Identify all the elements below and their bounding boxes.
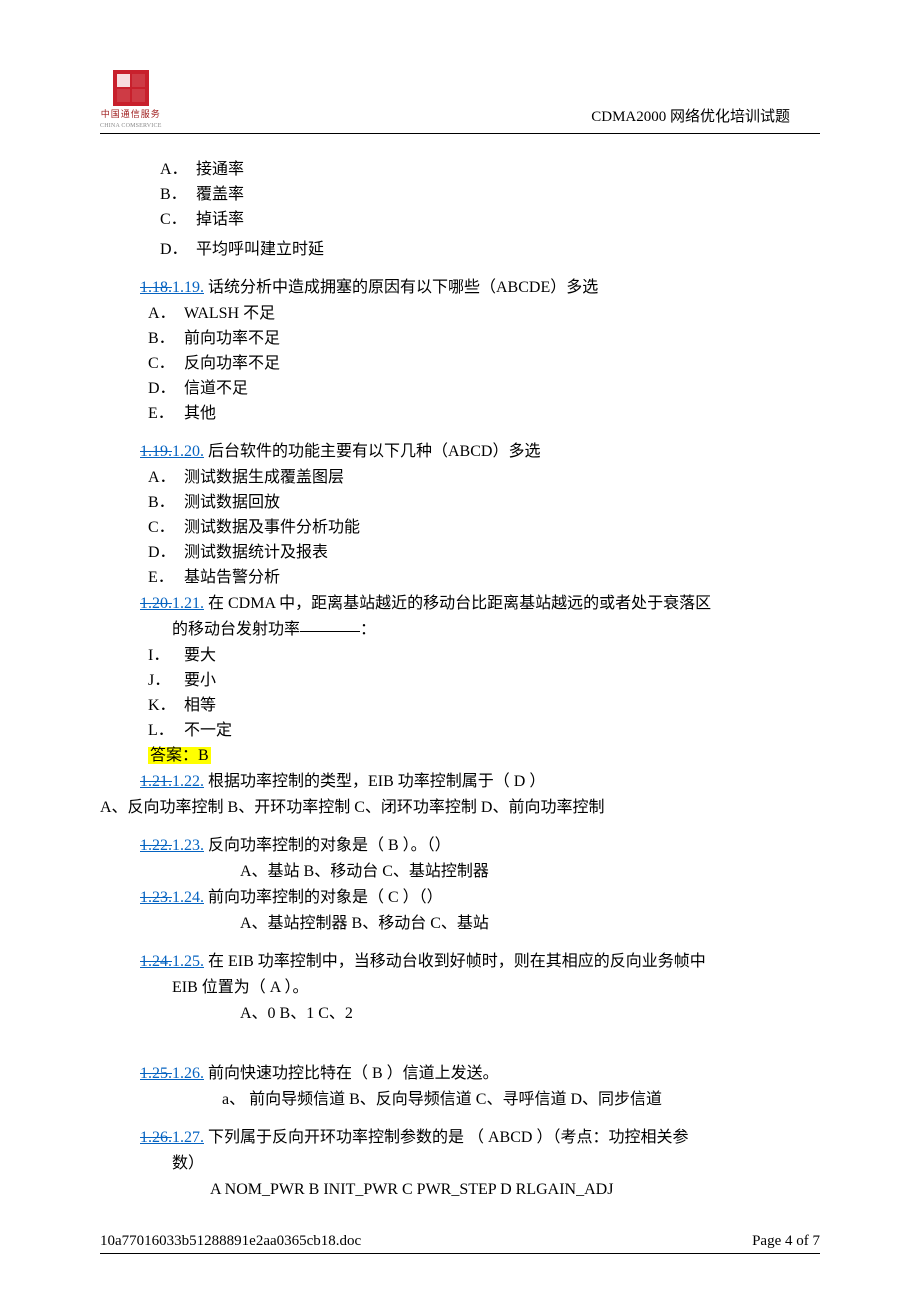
num-new: 1.20. <box>172 443 204 460</box>
question-1-23: 1.22.1.23. 反向功率控制的对象是（ B ）。（） <box>110 834 820 858</box>
option-a: A．WALSH 不足 <box>110 302 820 326</box>
num-old: 1.18. <box>140 279 172 296</box>
footer-page-number: Page 4 of 7 <box>752 1230 820 1253</box>
logo-text-cn: 中国通信服务 <box>101 108 161 122</box>
option-i: I．要大 <box>110 644 820 668</box>
option-e: E．其他 <box>110 402 820 426</box>
num-old: 1.19. <box>140 443 172 460</box>
option-b: B．测试数据回放 <box>110 491 820 515</box>
num-old: 1.20. <box>140 595 172 612</box>
logo: 中国通信服务 CHINA COMSERVICE <box>100 70 162 131</box>
option-d: D．测试数据统计及报表 <box>110 541 820 565</box>
num-new: 1.19. <box>172 279 204 296</box>
logo-text-en: CHINA COMSERVICE <box>100 122 162 131</box>
blank-underline <box>300 631 360 632</box>
document-body: A．接通率 B．覆盖率 C．掉话率 D．平均呼叫建立时延 1.18.1.19. … <box>100 158 820 1202</box>
option-b: B．前向功率不足 <box>110 327 820 351</box>
question-1-22-opts: A、反向功率控制 B、开环功率控制 C、闭环功率控制 D、前向功率控制 <box>100 796 820 820</box>
answer-highlight: 答案：B <box>110 744 820 768</box>
num-new: 1.25. <box>172 953 204 970</box>
option-c: C．测试数据及事件分析功能 <box>110 516 820 540</box>
question-1-27-opts: A NOM_PWR B INIT_PWR C PWR_STEP D RLGAIN… <box>110 1178 820 1202</box>
question-1-23-opts: A、基站 B、移动台 C、基站控制器 <box>110 860 820 884</box>
num-new: 1.24. <box>172 889 204 906</box>
question-1-24-opts: A、基站控制器 B、移动台 C、基站 <box>110 912 820 936</box>
question-1-25-opts: A、0 B、1 C、2 <box>110 1002 820 1026</box>
option-j: J．要小 <box>110 669 820 693</box>
num-old: 1.25. <box>140 1065 172 1082</box>
option-l: L．不一定 <box>110 719 820 743</box>
page-header: 中国通信服务 CHINA COMSERVICE CDMA2000 网络优化培训试… <box>100 70 820 134</box>
header-title: CDMA2000 网络优化培训试题 <box>591 106 820 131</box>
num-old: 1.24. <box>140 953 172 970</box>
option-k: K．相等 <box>110 694 820 718</box>
num-new: 1.22. <box>172 773 204 790</box>
option-c: C．反向功率不足 <box>110 352 820 376</box>
question-1-24: 1.23.1.24. 前向功率控制的对象是（ C ）（） <box>110 886 820 910</box>
logo-icon <box>113 70 149 106</box>
question-1-21: 1.20.1.21. 在 CDMA 中，距离基站越近的移动台比距离基站越远的或者… <box>110 592 820 616</box>
num-old: 1.26. <box>140 1129 172 1146</box>
question-1-25: 1.24.1.25. 在 EIB 功率控制中，当移动台收到好帧时，则在其相应的反… <box>110 950 820 974</box>
option-a: A．测试数据生成覆盖图层 <box>110 466 820 490</box>
question-1-19: 1.18.1.19. 话统分析中造成拥塞的原因有以下哪些（ABCDE）多选 <box>110 276 820 300</box>
option-e: E．基站告警分析 <box>110 566 820 590</box>
question-1-27-cont: 数） <box>110 1152 820 1176</box>
option-b: B．覆盖率 <box>110 183 820 207</box>
num-old: 1.23. <box>140 889 172 906</box>
question-1-21-cont: 的移动台发射功率： <box>110 618 820 642</box>
option-d: D．信道不足 <box>110 377 820 401</box>
option-a: A．接通率 <box>110 158 820 182</box>
question-1-25-cont: EIB 位置为（ A ）。 <box>110 976 820 1000</box>
num-new: 1.27. <box>172 1129 204 1146</box>
num-new: 1.21. <box>172 595 204 612</box>
page-footer: 10a77016033b51288891e2aa0365cb18.doc Pag… <box>100 1230 820 1255</box>
num-old: 1.22. <box>140 837 172 854</box>
option-d: D．平均呼叫建立时延 <box>110 238 820 262</box>
footer-filename: 10a77016033b51288891e2aa0365cb18.doc <box>100 1230 361 1253</box>
num-new: 1.26. <box>172 1065 204 1082</box>
num-new: 1.23. <box>172 837 204 854</box>
num-old: 1.21. <box>140 773 172 790</box>
question-1-20: 1.19.1.20. 后台软件的功能主要有以下几种（ABCD）多选 <box>110 440 820 464</box>
option-c: C．掉话率 <box>110 208 820 232</box>
question-1-22: 1.21.1.22. 根据功率控制的类型，EIB 功率控制属于（ D ） <box>110 770 820 794</box>
question-1-26: 1.25.1.26. 前向快速功控比特在（ B ）信道上发送。 <box>110 1062 820 1086</box>
question-1-27: 1.26.1.27. 下列属于反向开环功率控制参数的是 （ ABCD ）（考点：… <box>110 1126 820 1150</box>
question-1-26-opts: a、 前向导频信道 B、反向导频信道 C、寻呼信道 D、同步信道 <box>110 1088 820 1112</box>
